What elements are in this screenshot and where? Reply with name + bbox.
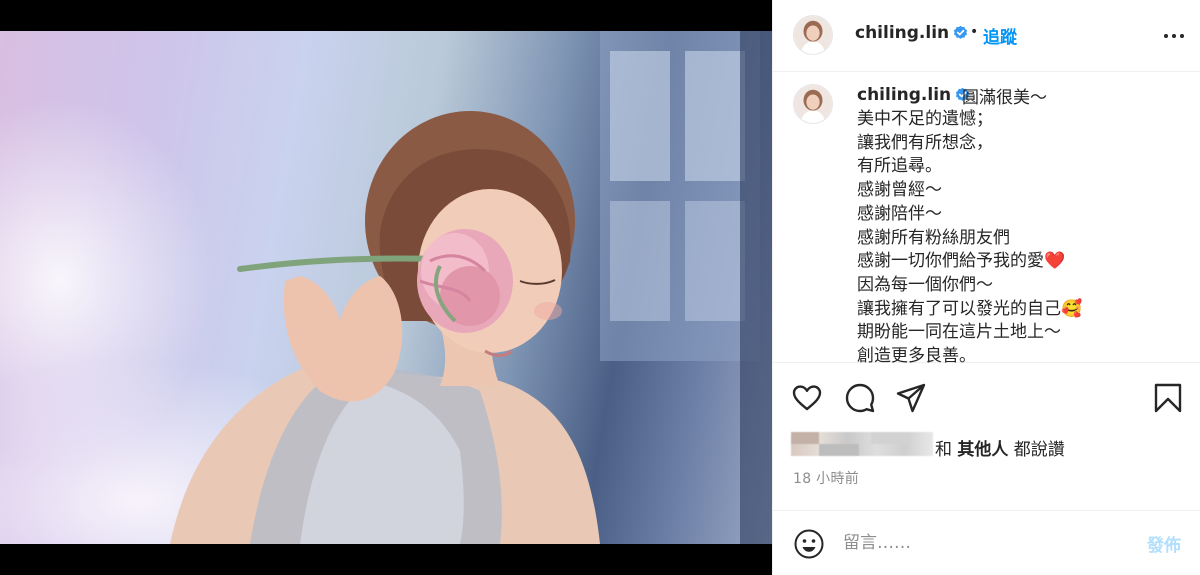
caption-line: 讓我擁有了可以發光的自己🥰: [857, 298, 1083, 319]
liker-names-blurred: [791, 432, 933, 456]
caption-line: 美中不足的遺憾；: [857, 109, 993, 129]
post-caption: chiling.lin 圓滿很美～ 美中不足的遺憾； 讓我們有所想念， 有所追尋…: [773, 73, 1200, 366]
caption-body: 美中不足的遺憾； 讓我們有所想念， 有所追尋。 感謝曾經～ 感謝陪伴～ 感謝所有…: [857, 108, 1082, 369]
likes-others-link[interactable]: 其他人: [957, 440, 1008, 460]
share-icon: [896, 383, 926, 413]
comment-box: 發佈: [773, 510, 1200, 575]
avatar-image: [794, 85, 832, 123]
post-timestamp[interactable]: 18 小時前: [793, 468, 859, 488]
caption-line: 感謝所有粉絲朋友們: [857, 227, 1010, 248]
more-options-icon[interactable]: [1163, 28, 1185, 44]
caption-line: 有所追尋。: [857, 156, 942, 177]
likes-summary: 和 其他人 都說讚: [935, 435, 1065, 460]
post-comment-button[interactable]: 發佈: [1147, 531, 1181, 556]
caption-line: 期盼能一同在這片土地上～: [857, 322, 1061, 343]
caption-avatar[interactable]: [793, 84, 833, 124]
caption-line: 因為每一個你們～: [857, 274, 993, 295]
separator-dot: •: [970, 24, 979, 40]
likes-row: 和 其他人 都說讚: [773, 428, 1200, 464]
username-text[interactable]: chiling.lin: [855, 23, 949, 43]
avatar[interactable]: [793, 15, 833, 55]
save-button[interactable]: [1152, 382, 1184, 414]
comment-icon: [845, 383, 875, 413]
emoji-icon[interactable]: [793, 528, 825, 560]
verified-badge-icon: [954, 25, 968, 39]
bookmark-icon: [1154, 383, 1182, 413]
comment-input[interactable]: [843, 529, 1123, 557]
blur-block: [791, 432, 819, 444]
caption-username[interactable]: chiling.lin: [857, 85, 970, 105]
photo-scene: [170, 31, 772, 544]
caption-line: 感謝曾經～: [857, 180, 942, 201]
post-media: [0, 0, 772, 575]
like-button[interactable]: [791, 382, 823, 414]
post-photo[interactable]: [0, 31, 772, 544]
share-button[interactable]: [895, 382, 927, 414]
post-header: chiling.lin • 追蹤: [773, 0, 1200, 72]
caption-line: 感謝一切你們給予我的愛❤️: [857, 251, 1066, 272]
comment-button[interactable]: [844, 382, 876, 414]
post-sidebar: chiling.lin • 追蹤 chiling.lin 圓滿很美～ 美中不足的…: [772, 0, 1200, 575]
likes-conjunction: 和: [935, 440, 958, 460]
action-bar: [773, 364, 1200, 434]
caption-first-line: 圓滿很美～: [962, 88, 1047, 108]
likes-suffix: 都說讚: [1008, 440, 1065, 460]
post-author-username[interactable]: chiling.lin: [855, 23, 968, 43]
follow-button[interactable]: 追蹤: [983, 23, 1017, 48]
avatar-image: [794, 16, 832, 54]
caption-line: 讓我們有所想念，: [857, 132, 993, 153]
heart-icon: [792, 385, 822, 411]
username-text[interactable]: chiling.lin: [857, 85, 951, 105]
caption-line: 感謝陪伴～: [857, 203, 942, 224]
blur-block: [819, 444, 859, 456]
blur-block: [871, 432, 907, 444]
